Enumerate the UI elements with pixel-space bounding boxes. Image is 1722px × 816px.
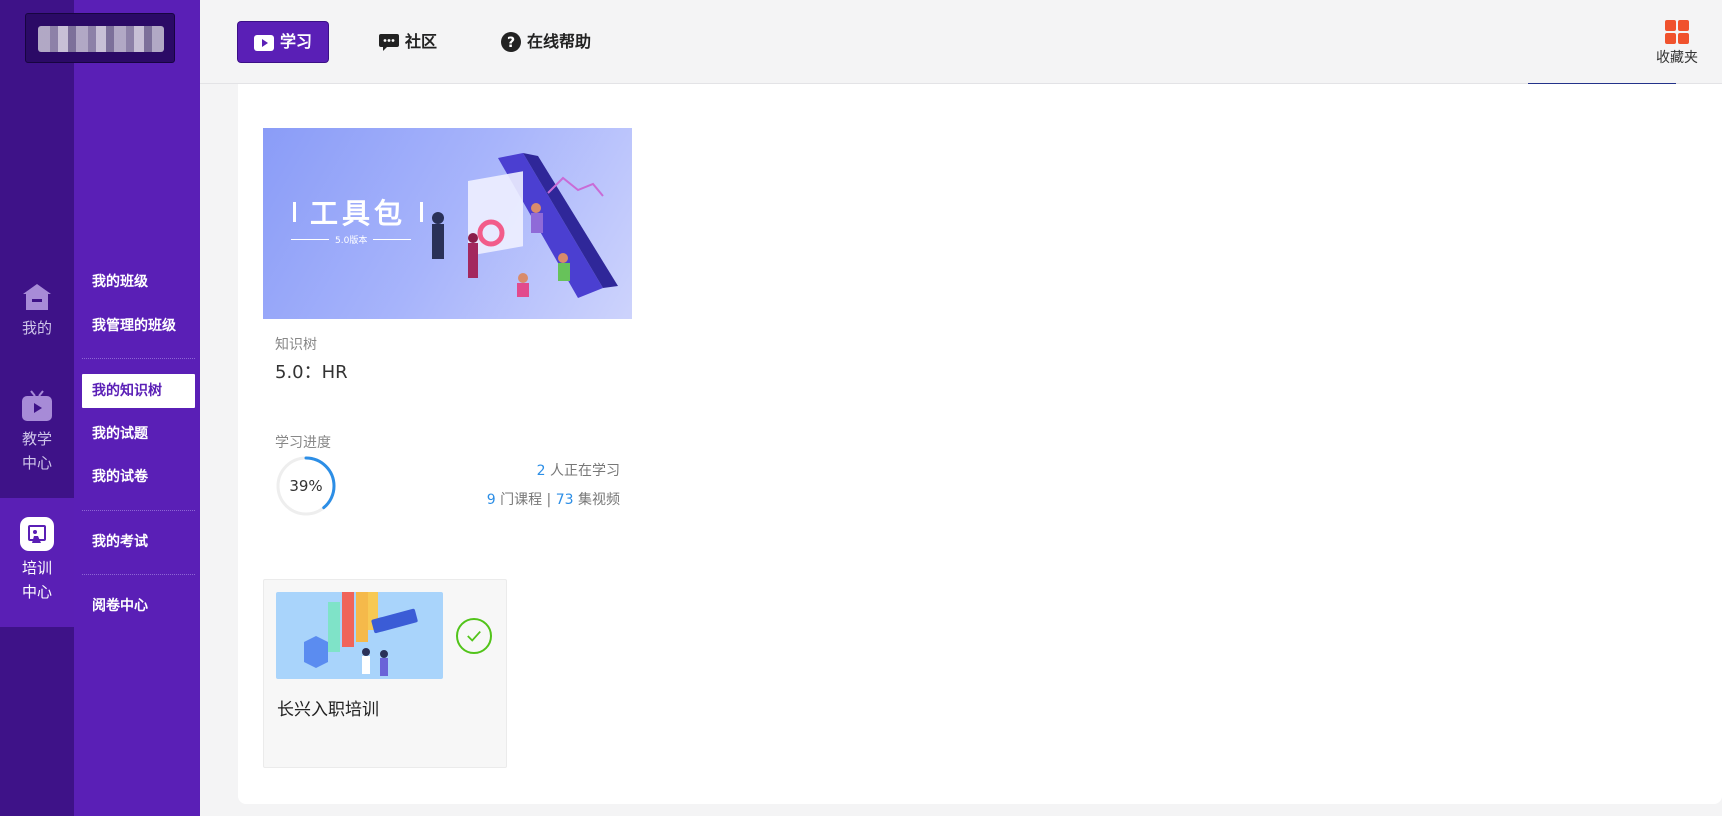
subnav-divider: [82, 510, 195, 511]
subnav-item-grading-center[interactable]: 阅卷中心: [82, 589, 195, 623]
progress-percent: 39%: [289, 477, 323, 495]
svg-text:?: ?: [507, 35, 515, 51]
help-icon: ?: [501, 32, 521, 52]
banner-illustration: [432, 153, 618, 298]
banner-subtitle: 5.0版本: [291, 233, 412, 246]
completed-check-icon: [456, 618, 492, 654]
tab-label-learning: 学习: [280, 32, 313, 51]
subnav-item-my-exams[interactable]: 我的考试: [82, 525, 195, 559]
sub-navigation: 我的班级 我管理的班级 我的知识树 我的试题 我的试卷 我的考试 阅卷中心: [74, 0, 200, 816]
knowledge-tree-banner: 工具包 5.0版本: [263, 128, 632, 319]
top-bar: 学习 社区 ? 在线帮助 收藏夹: [200, 0, 1722, 84]
course-thumbnail: [276, 592, 443, 679]
rail-label-training: 培训中心: [21, 559, 52, 601]
knowledge-tree-card[interactable]: 工具包 5.0版本: [263, 128, 632, 319]
tv-play-icon: [22, 390, 52, 421]
subnav-divider: [82, 358, 195, 359]
tab-learning[interactable]: 学习: [238, 22, 329, 62]
subnav-item-my-questions[interactable]: 我的试题: [82, 417, 195, 451]
tab-label-community: 社区: [405, 32, 438, 51]
content-stat: 9 门课程 | 73 集视频: [487, 489, 620, 509]
learners-text: 人正在学习: [550, 463, 620, 479]
subnav-item-knowledge-tree[interactable]: 我的知识树: [82, 374, 195, 408]
course-count: 9: [486, 492, 496, 508]
knowledge-tree-label: 知识树: [275, 337, 317, 353]
play-icon: [254, 35, 274, 51]
subnav-item-managed-class[interactable]: 我管理的班级: [82, 309, 195, 343]
video-count: 73: [555, 492, 574, 508]
favorites-label: 收藏夹: [1656, 50, 1698, 66]
home-icon: [23, 284, 51, 310]
rail-item-mine[interactable]: 我的: [0, 282, 74, 340]
course-illustration: [304, 592, 418, 676]
tab-community[interactable]: 社区: [363, 22, 453, 62]
learners-count: 2: [536, 463, 546, 479]
rail-label-teaching: 教学中心: [21, 430, 52, 472]
rail-item-training[interactable]: 培训中心: [0, 498, 74, 627]
banner-title: 工具包: [293, 192, 424, 232]
course-card[interactable]: 长兴入职培训: [263, 579, 507, 768]
chat-icon: [379, 34, 399, 51]
subnav-divider: [82, 574, 195, 575]
favorites-button[interactable]: 收藏夹: [1656, 20, 1698, 67]
rail-item-teaching[interactable]: 教学中心: [0, 389, 74, 475]
course-title: 长兴入职培训: [277, 700, 379, 720]
tab-online-help[interactable]: ? 在线帮助: [485, 22, 607, 62]
tab-label-online-help: 在线帮助: [527, 32, 592, 51]
rail-label-mine: 我的: [21, 319, 52, 337]
progress-label: 学习进度: [275, 435, 331, 451]
training-icon: [20, 517, 54, 551]
knowledge-tree-title: 5.0：HR: [275, 362, 348, 383]
logo-image: [38, 26, 164, 52]
grid-icon: [1665, 20, 1689, 44]
app-logo[interactable]: [25, 13, 175, 63]
subnav-item-my-papers[interactable]: 我的试卷: [82, 460, 195, 494]
course-unit: 门课程 |: [500, 492, 552, 508]
learners-stat: 2 人正在学习: [537, 460, 620, 480]
subnav-item-my-class[interactable]: 我的班级: [82, 265, 195, 299]
video-unit: 集视频: [578, 492, 620, 508]
